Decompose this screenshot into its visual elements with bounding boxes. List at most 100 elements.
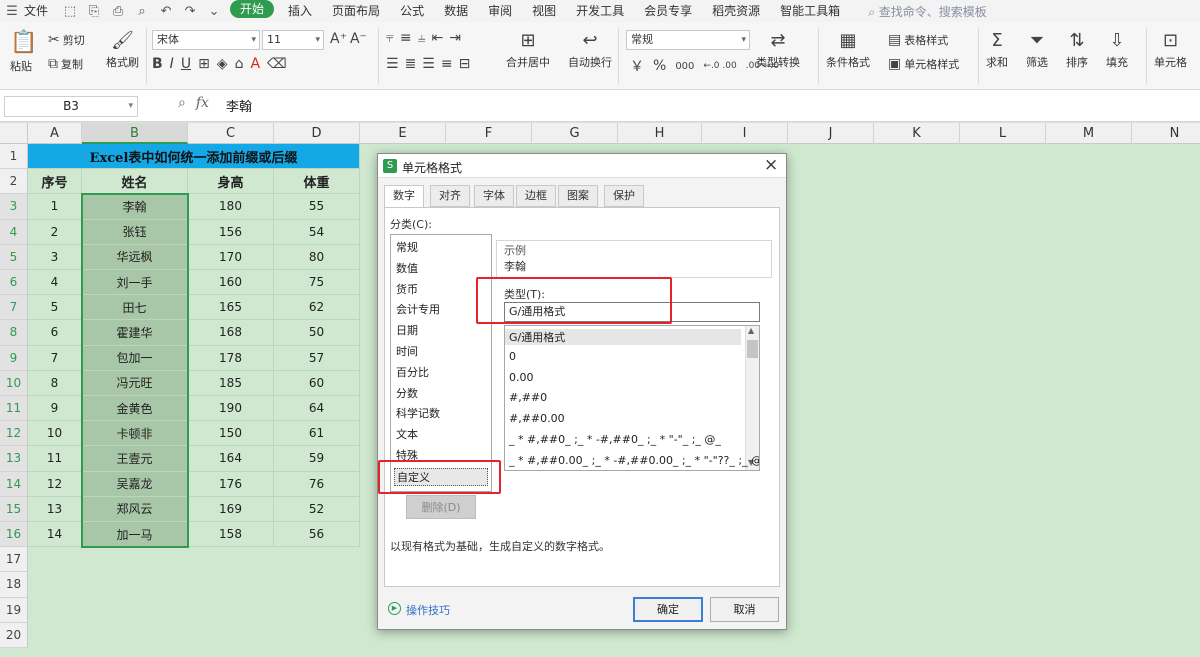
menu-tab-5[interactable]: 审阅 — [478, 0, 522, 22]
scroll-thumb[interactable] — [747, 340, 758, 358]
table-cell[interactable]: 156 — [188, 219, 274, 245]
table-cell[interactable]: 55 — [274, 194, 360, 220]
menu-tab-1[interactable]: 插入 — [278, 0, 322, 22]
paste-button[interactable]: 📋 粘贴 — [10, 30, 37, 74]
hamburger-menu-icon[interactable]: ☰ — [4, 3, 20, 19]
table-cell[interactable]: 刘一手 — [82, 270, 188, 296]
table-cell[interactable]: 郑风云 — [82, 496, 188, 522]
increase-decimal-icon[interactable]: ←.0 .00 — [703, 61, 736, 71]
percent-icon[interactable]: % — [653, 58, 666, 74]
align-right-icon[interactable]: ☰ — [422, 56, 435, 72]
format-list-scrollbar[interactable]: ▲ ▼ — [745, 326, 759, 470]
table-cell[interactable]: 卡顿非 — [82, 421, 188, 447]
fx-icon[interactable]: fx — [196, 95, 209, 111]
align-top-icon[interactable]: ⫧ — [386, 30, 394, 46]
table-cell[interactable]: 霍建华 — [82, 320, 188, 346]
table-cell[interactable]: 185 — [188, 370, 274, 396]
category-list[interactable]: 常规 数值 货币 会计专用 日期 时间 百分比 分数 科学记数 文本 特殊 自定义 — [390, 234, 492, 492]
column-header-H[interactable]: H — [618, 123, 702, 144]
undo-icon[interactable]: ↶ — [158, 3, 174, 19]
delete-button[interactable]: 删除(D) — [406, 495, 476, 519]
eraser-icon[interactable]: ⌫ — [267, 56, 287, 72]
table-cell[interactable]: 190 — [188, 396, 274, 422]
table-cell[interactable]: 60 — [274, 370, 360, 396]
column-header-K[interactable]: K — [874, 123, 960, 144]
indent-increase-icon[interactable]: ⇥ — [449, 30, 461, 46]
table-cell[interactable]: 56 — [274, 522, 360, 548]
format-item[interactable]: _ * #,##0.00_ ;_ * -#,##0.00_ ;_ * "-"??… — [509, 454, 759, 467]
column-header-I[interactable]: I — [702, 123, 788, 144]
formula-input[interactable]: 李翰 — [226, 96, 252, 115]
table-cell[interactable]: 11 — [28, 446, 82, 472]
menu-tab-10[interactable]: 智能工具箱 — [770, 0, 850, 22]
filter-button[interactable]: ⏷ 筛选 — [1026, 30, 1048, 70]
currency-icon[interactable]: ￥ — [630, 56, 644, 76]
table-cell[interactable]: 5 — [28, 295, 82, 321]
table-cell[interactable]: 76 — [274, 471, 360, 497]
conditional-format-button[interactable]: ▦ 条件格式 — [826, 30, 870, 70]
format-item[interactable]: #,##0 — [509, 391, 547, 404]
align-center-icon[interactable]: ≣ — [405, 56, 417, 72]
format-item[interactable]: _ * #,##0_ ;_ * -#,##0_ ;_ * "-"_ ;_ @_ — [509, 433, 721, 446]
menu-tab-7[interactable]: 开发工具 — [566, 0, 634, 22]
row-header-6[interactable]: 6 — [0, 270, 28, 296]
table-cell[interactable]: 180 — [188, 194, 274, 220]
table-cell[interactable]: 王壹元 — [82, 446, 188, 472]
fill-color-icon[interactable]: ◈ — [217, 56, 228, 72]
format-list[interactable]: ▲ ▼ G/通用格式 0 0.00 #,##0 #,##0.00 _ * #,##0_ ;… — [504, 325, 760, 471]
category-item[interactable]: 自定义 — [394, 467, 488, 486]
align-bottom-icon[interactable]: ⫨ — [418, 30, 426, 46]
number-format-select[interactable]: 常规 ▾ — [626, 30, 750, 50]
justify-icon[interactable]: ≡ — [441, 56, 453, 72]
row-header-8[interactable]: 8 — [0, 320, 28, 346]
category-item[interactable]: 特殊 — [396, 447, 418, 463]
align-middle-icon[interactable]: ≡ — [400, 30, 412, 46]
menu-tab-9[interactable]: 稻壳资源 — [702, 0, 770, 22]
table-cell[interactable]: 54 — [274, 219, 360, 245]
cloud-save-icon[interactable]: ⬚ — [62, 3, 78, 19]
row-header-20[interactable]: 20 — [0, 622, 28, 648]
title-cell[interactable]: Excel表中如何统一添加前缀或后缀 — [28, 144, 360, 170]
menu-tab-6[interactable]: 视图 — [522, 0, 566, 22]
row-header-15[interactable]: 15 — [0, 496, 28, 522]
cancel-button[interactable]: 取消 — [710, 597, 779, 622]
fill-button[interactable]: ⇩ 填充 — [1106, 30, 1128, 70]
tips-link[interactable]: 操作技巧 — [406, 602, 450, 618]
category-item[interactable]: 文本 — [396, 426, 418, 442]
table-cell[interactable]: 165 — [188, 295, 274, 321]
table-cell[interactable]: 2 — [28, 219, 82, 245]
table-cell[interactable]: 4 — [28, 270, 82, 296]
indent-decrease-icon[interactable]: ⇤ — [432, 30, 444, 46]
table-cell[interactable]: 14 — [28, 522, 82, 548]
menu-tab-8[interactable]: 会员专享 — [634, 0, 702, 22]
table-cell[interactable]: 50 — [274, 320, 360, 346]
quick-access-dropdown-icon[interactable]: ⌄ — [206, 3, 222, 19]
category-item[interactable]: 常规 — [396, 239, 418, 255]
row-header-14[interactable]: 14 — [0, 471, 28, 497]
row-header-9[interactable]: 9 — [0, 345, 28, 371]
cell-style-button[interactable]: ▣ 单元格样式 — [888, 56, 959, 72]
menu-tab-4[interactable]: 数据 — [434, 0, 478, 22]
table-cell[interactable]: 158 — [188, 522, 274, 548]
row-header-3[interactable]: 3 — [0, 194, 28, 220]
format-item[interactable]: G/通用格式 — [505, 329, 741, 345]
category-item[interactable]: 会计专用 — [396, 301, 440, 317]
table-cell[interactable]: 169 — [188, 496, 274, 522]
zoom-search-icon[interactable]: ⌕ — [178, 95, 186, 111]
row-header-10[interactable]: 10 — [0, 370, 28, 396]
row-header-16[interactable]: 16 — [0, 522, 28, 548]
table-cell[interactable]: 170 — [188, 244, 274, 270]
row-header-5[interactable]: 5 — [0, 244, 28, 270]
category-item[interactable]: 日期 — [396, 322, 418, 338]
menu-tab-2[interactable]: 页面布局 — [322, 0, 390, 22]
column-header-L[interactable]: L — [960, 123, 1046, 144]
table-cell[interactable]: 6 — [28, 320, 82, 346]
table-cell[interactable]: 3 — [28, 244, 82, 270]
wrap-text-button[interactable]: ↩ 自动换行 — [568, 30, 612, 70]
dialog-tab-1[interactable]: 对齐 — [430, 185, 470, 207]
column-header-A[interactable]: A — [28, 123, 82, 144]
row-header-13[interactable]: 13 — [0, 446, 28, 472]
redo-icon[interactable]: ↷ — [182, 3, 198, 19]
row-header-18[interactable]: 18 — [0, 572, 28, 598]
table-cell[interactable]: 8 — [28, 370, 82, 396]
